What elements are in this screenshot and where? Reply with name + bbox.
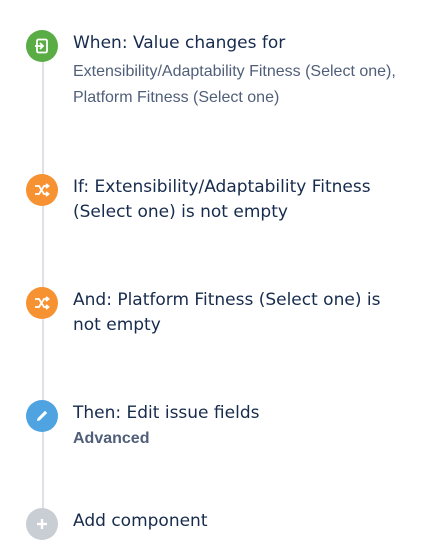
trigger-enter-icon [26, 30, 58, 62]
action-detail: Advanced [73, 430, 150, 447]
plus-icon [26, 508, 58, 540]
if-condition-step[interactable]: If: Extensibility/Adaptability Fitness (… [26, 174, 398, 225]
and-condition-title: And: Platform Fitness (Select one) is no… [73, 290, 381, 335]
pencil-icon [26, 400, 58, 432]
trigger-fields: Extensibility/Adaptability Fitness (Sele… [73, 63, 396, 106]
automation-rule-chain: When: Value changes for Extensibility/Ad… [0, 0, 430, 554]
action-step[interactable]: Then: Edit issue fields Advanced [26, 400, 398, 448]
trigger-step[interactable]: When: Value changes for Extensibility/Ad… [26, 30, 398, 111]
and-condition-step[interactable]: And: Platform Fitness (Select one) is no… [26, 287, 398, 338]
add-component-button[interactable]: Add component [26, 508, 398, 540]
if-condition-title: If: Extensibility/Adaptability Fitness (… [73, 177, 371, 222]
shuffle-icon [26, 174, 58, 206]
shuffle-icon [26, 287, 58, 319]
action-title: Then: Edit issue fields [73, 403, 260, 423]
trigger-title: When: Value changes for [73, 33, 286, 53]
add-component-label: Add component [73, 511, 208, 531]
